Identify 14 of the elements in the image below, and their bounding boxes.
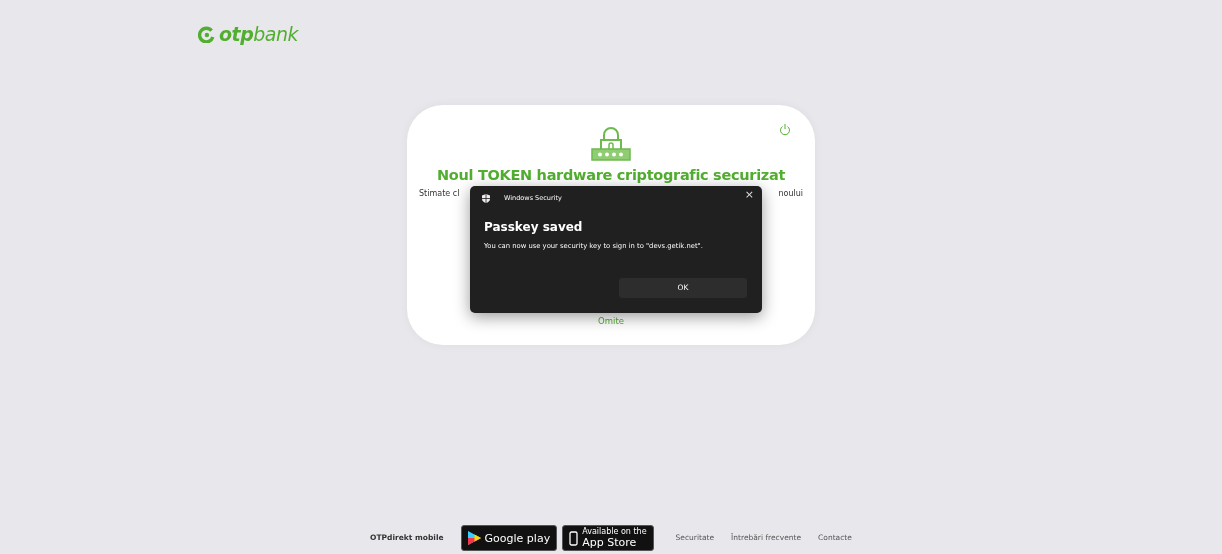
play-icon — [467, 531, 481, 545]
lock-icon — [590, 127, 632, 161]
intro-text: Stimate cl — [419, 188, 460, 201]
token-heading: Noul TOKEN hardware criptografic securizat — [435, 167, 787, 185]
dialog-heading: Passkey saved — [484, 218, 584, 236]
logo-icon — [198, 25, 215, 43]
google-play-badge[interactable]: Google play — [460, 525, 558, 551]
logo-text: otpbank — [219, 21, 298, 47]
power-icon[interactable] — [779, 123, 791, 136]
shield-icon — [482, 194, 490, 204]
close-button[interactable]: × — [744, 189, 754, 200]
intro-text: noului — [778, 188, 803, 201]
app-store-badge[interactable]: Available on the App Store — [562, 525, 654, 551]
phone-icon — [569, 530, 579, 546]
